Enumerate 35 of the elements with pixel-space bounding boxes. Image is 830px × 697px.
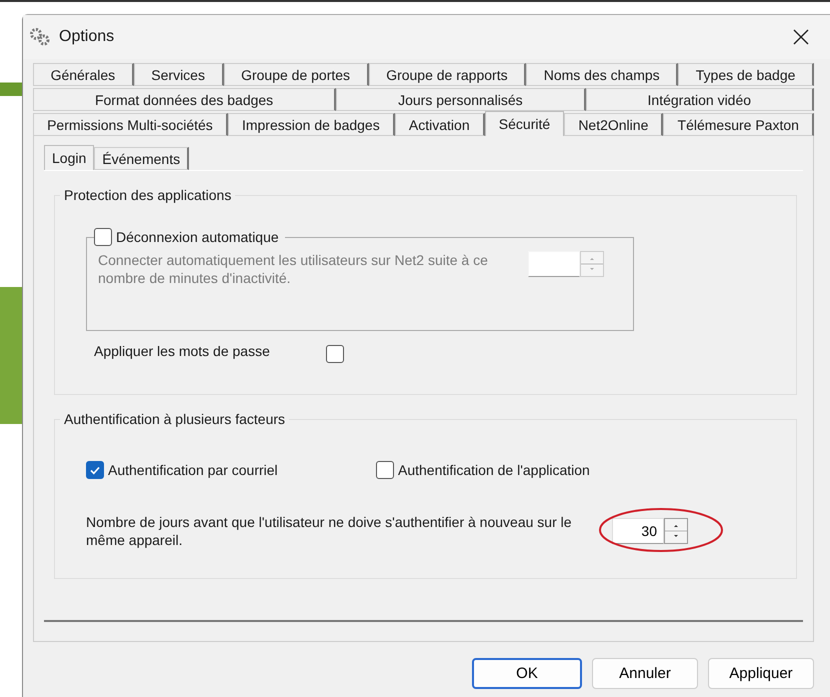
tab[interactable]: Permissions Multi-sociétés <box>33 113 228 136</box>
tab[interactable]: Jours personnalisés <box>336 88 586 111</box>
spin-buttons-icon[interactable] <box>664 518 688 544</box>
tab[interactable]: Types de badge <box>678 63 814 86</box>
checkbox-label: Authentification par courriel <box>108 462 278 478</box>
check-icon <box>89 464 101 476</box>
tab[interactable]: Impression de badges <box>228 113 395 136</box>
dialog-button[interactable]: Appliquer <box>708 658 814 689</box>
tab[interactable]: Net2Online <box>564 113 664 136</box>
window-title: Options <box>59 28 116 46</box>
description-text: Connecter automatiquement les utilisateurs sur Net2 suite à ce nombre de minutes d'inactivité. <box>98 251 489 287</box>
checkbox-label: Authentification de l'application <box>398 462 590 478</box>
days-label: Nombre de jours avant que l'utilisateur ne doive s'authentifier à nouveau sur le même appareil. <box>86 513 573 549</box>
checkbox-label: Déconnexion automatique <box>116 229 279 245</box>
days-field[interactable]: 30 <box>612 518 664 544</box>
tab[interactable]: Générales <box>33 63 134 86</box>
checkbox[interactable] <box>86 461 104 479</box>
tab[interactable]: Login <box>44 145 94 170</box>
tab[interactable]: Noms des champs <box>526 63 678 86</box>
tab[interactable]: Services <box>134 63 224 86</box>
tab[interactable]: Événements <box>94 147 190 170</box>
tab[interactable]: Télémesure Paxton <box>663 113 814 136</box>
gears-icon <box>29 27 51 47</box>
tab[interactable]: Activation <box>394 113 485 136</box>
tab[interactable]: Groupe de rapports <box>368 63 526 86</box>
close-icon <box>793 29 809 45</box>
tab[interactable]: Intégration vidéo <box>586 88 814 111</box>
checkbox[interactable] <box>326 345 344 363</box>
tab[interactable]: Groupe de portes <box>224 63 369 86</box>
dialog-button[interactable]: OK <box>472 658 582 689</box>
checkbox[interactable] <box>376 461 394 479</box>
tab[interactable]: Sécurité <box>484 111 564 136</box>
tab[interactable]: Format données des badges <box>33 88 336 111</box>
checkbox-label: Appliquer les mots de passe <box>94 346 271 361</box>
dialog-button[interactable]: Annuler <box>592 658 698 689</box>
